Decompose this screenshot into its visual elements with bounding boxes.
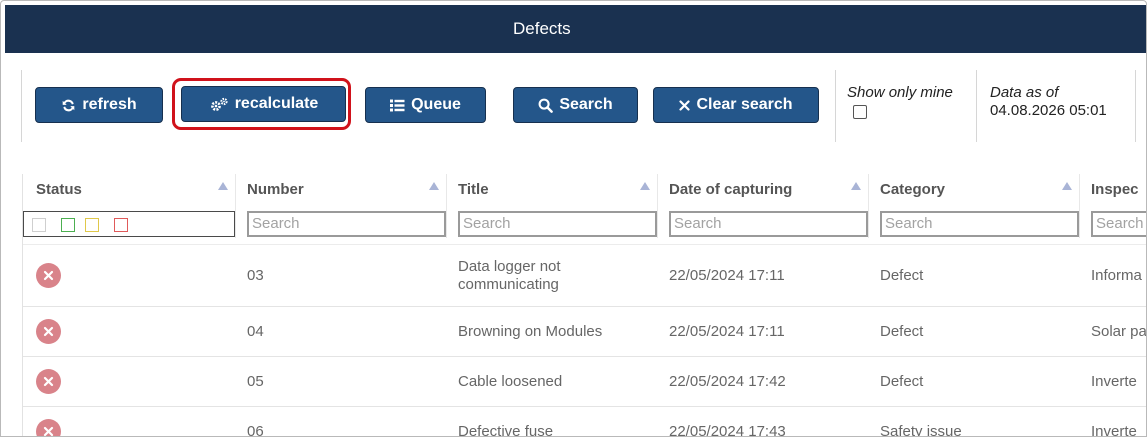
row-number: 04 (247, 323, 264, 340)
status-filter-grey-checkbox[interactable] (32, 218, 46, 232)
recalculate-button[interactable]: recalculate (181, 86, 346, 122)
column-header-status[interactable]: Status (36, 174, 82, 206)
row-category: Defect (880, 373, 924, 390)
inspection-search-input[interactable]: Search (1091, 211, 1146, 237)
column-divider (868, 174, 869, 238)
data-as-of-value: 04.08.2026 05:01 (990, 102, 1107, 119)
row-date: 22/05/2024 17:43 (669, 423, 786, 437)
table-row[interactable]: 03 Data logger not communicating 22/05/2… (23, 245, 1146, 306)
column-header-title[interactable]: Title (458, 174, 489, 206)
error-status-icon (36, 263, 61, 288)
column-divider (1079, 174, 1080, 238)
row-title: Defective fuse (458, 423, 554, 437)
table-row[interactable]: 06 Defective fuse 22/05/2024 17:43 Safet… (23, 407, 1146, 437)
row-date: 22/05/2024 17:11 (669, 323, 785, 340)
toolbar-divider (976, 70, 977, 142)
error-status-icon (36, 419, 61, 436)
row-inspection: Inverte (1091, 423, 1137, 437)
row-date: 22/05/2024 17:11 (669, 267, 785, 284)
refresh-button[interactable]: refresh (35, 87, 163, 123)
queue-label: Queue (411, 96, 461, 113)
data-as-of-label: Data as of (990, 84, 1059, 101)
close-icon (679, 99, 691, 111)
column-divider (235, 174, 236, 238)
status-filter-red-checkbox[interactable] (114, 218, 128, 232)
row-title: Data logger not communicating (458, 258, 561, 293)
sort-icon[interactable] (1062, 182, 1072, 190)
table-row[interactable]: 05 Cable loosened 22/05/2024 17:42 Defec… (23, 357, 1146, 406)
toolbar-divider (21, 70, 22, 142)
row-category: Defect (880, 267, 924, 284)
refresh-label: refresh (82, 96, 137, 113)
row-date: 22/05/2024 17:42 (669, 373, 786, 390)
search-label: Search (559, 96, 613, 113)
title-bar: Defects (5, 5, 1146, 53)
row-number: 06 (247, 423, 264, 437)
row-inspection: Solar pa (1091, 323, 1147, 340)
gears-icon (209, 97, 229, 112)
search-button[interactable]: Search (513, 87, 638, 123)
number-search-input[interactable]: Search (247, 211, 446, 237)
error-status-icon (36, 369, 61, 394)
status-filter-yellow-checkbox[interactable] (85, 218, 99, 232)
row-category: Safety issue (880, 423, 962, 437)
clear-search-label: Clear search (696, 96, 793, 113)
column-header-date-of-capturing[interactable]: Date of capturing (669, 174, 792, 206)
recalculate-label: recalculate (234, 95, 319, 112)
row-title: Cable loosened (458, 373, 563, 390)
row-inspection: Inverte (1091, 373, 1137, 390)
table-row[interactable]: 04 Browning on Modules 22/05/2024 17:11 … (23, 307, 1147, 356)
queue-button[interactable]: Queue (365, 87, 486, 123)
column-divider (446, 174, 447, 238)
column-header-inspection[interactable]: Inspec (1091, 174, 1139, 206)
column-header-number[interactable]: Number (247, 174, 304, 206)
row-inspection: Informa (1091, 267, 1142, 284)
row-number: 05 (247, 373, 264, 390)
show-only-mine-checkbox[interactable] (853, 105, 867, 119)
list-icon (390, 99, 405, 112)
clear-search-button[interactable]: Clear search (653, 87, 819, 123)
row-title: Browning on Modules (458, 323, 603, 340)
status-filter-green-checkbox[interactable] (61, 218, 75, 232)
column-header-category[interactable]: Category (880, 174, 945, 206)
row-category: Defect (880, 323, 924, 340)
row-number: 03 (247, 267, 264, 284)
defects-grid: Status Number Title Date of capturing Ca… (22, 174, 1147, 437)
toolbar-divider (1135, 70, 1136, 142)
sort-icon[interactable] (851, 182, 861, 190)
category-search-input[interactable]: Search (880, 211, 1079, 237)
date-search-input[interactable]: Search (669, 211, 868, 237)
sort-icon[interactable] (640, 182, 650, 190)
sort-icon[interactable] (218, 182, 228, 190)
title-search-input[interactable]: Search (458, 211, 657, 237)
toolbar-divider (835, 70, 836, 142)
error-status-icon (36, 319, 61, 344)
defects-window: Defects refresh recalculate Queue Search… (0, 0, 1147, 437)
status-filter[interactable] (23, 211, 235, 237)
page-title: Defects (513, 19, 571, 38)
search-icon (538, 98, 554, 113)
show-only-mine-label: Show only mine (847, 84, 953, 101)
column-divider (657, 174, 658, 238)
sort-icon[interactable] (429, 182, 439, 190)
refresh-icon (61, 98, 76, 113)
